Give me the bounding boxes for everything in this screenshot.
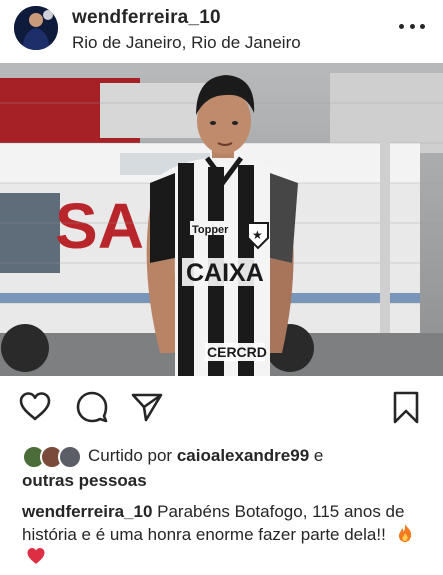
likes-connector: e [313, 446, 324, 465]
dot [420, 23, 425, 29]
more-options-icon[interactable] [399, 16, 425, 36]
jersey-sponsor: CAIXA [186, 259, 264, 287]
post-header: wendferreira_10 Rio de Janeiro, Rio de J… [0, 0, 443, 62]
likes-others[interactable]: outras pessoas [22, 471, 147, 490]
caption-username[interactable]: wendferreira_10 [22, 502, 152, 521]
svg-text:★: ★ [252, 228, 263, 242]
dot [399, 23, 404, 29]
liker-avatars[interactable] [22, 444, 84, 469]
post-photo[interactable]: SA M ★ Topper CAIXA CERCRD [0, 63, 443, 376]
jersey-bottom-text: CERCRD [207, 344, 267, 360]
heart-icon[interactable] [18, 390, 52, 424]
post-location[interactable]: Rio de Janeiro, Rio de Janeiro [72, 32, 301, 54]
send-icon[interactable] [130, 390, 164, 424]
likes-summary[interactable]: Curtido por caioalexandre99 e outras pes… [22, 444, 432, 492]
fire-emoji [398, 524, 411, 542]
user-avatar[interactable] [14, 6, 58, 50]
red-heart-emoji [27, 548, 45, 564]
bookmark-icon[interactable] [389, 390, 423, 424]
post-username[interactable]: wendferreira_10 [72, 7, 301, 29]
post-caption: wendferreira_10 Parabéns Botafogo, 115 a… [22, 500, 427, 569]
liker-avatar [58, 444, 82, 469]
liker-username[interactable]: caioalexandre99 [177, 446, 309, 465]
comment-icon[interactable] [75, 390, 109, 424]
likes-prefix: Curtido por [88, 446, 173, 465]
dot [409, 23, 415, 29]
jersey-brand: Topper [192, 224, 229, 236]
action-bar [0, 388, 443, 432]
